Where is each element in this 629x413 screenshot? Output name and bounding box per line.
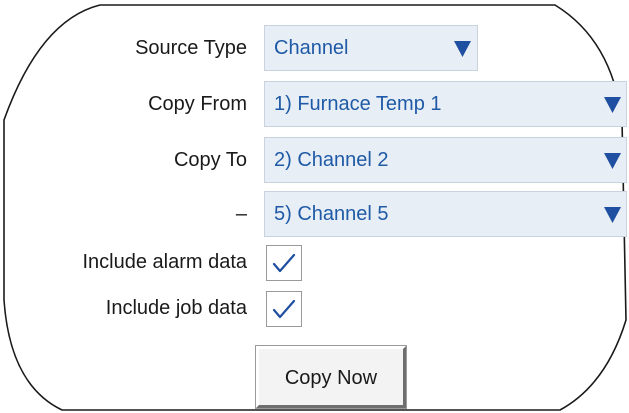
source-type-label: Source Type bbox=[135, 37, 247, 59]
checkmark-icon bbox=[272, 299, 296, 319]
dropdown-arrow-icon bbox=[454, 41, 471, 57]
copy-to-end-value: 5) Channel 5 bbox=[274, 203, 389, 225]
include-alarm-data-checkbox[interactable] bbox=[266, 245, 302, 281]
checkmark-icon bbox=[272, 253, 296, 273]
copy-to-value: 2) Channel 2 bbox=[274, 149, 389, 171]
dropdown-arrow-icon bbox=[604, 153, 621, 169]
copy-from-dropdown[interactable]: 1) Furnace Temp 1 bbox=[264, 81, 627, 127]
source-type-dropdown[interactable]: Channel bbox=[264, 25, 478, 71]
include-alarm-data-label: Include alarm data bbox=[82, 251, 247, 273]
include-job-data-label: Include job data bbox=[105, 297, 247, 319]
copy-from-label: Copy From bbox=[148, 93, 247, 115]
copy-to-end-label: – bbox=[235, 203, 247, 225]
dropdown-arrow-icon bbox=[604, 97, 621, 113]
copy-to-label: Copy To bbox=[173, 149, 247, 171]
copy-to-dropdown[interactable]: 2) Channel 2 bbox=[264, 137, 627, 183]
copy-now-button[interactable]: Copy Now bbox=[255, 345, 407, 409]
copy-from-value: 1) Furnace Temp 1 bbox=[274, 93, 442, 115]
include-job-data-checkbox[interactable] bbox=[266, 291, 302, 327]
source-type-value: Channel bbox=[274, 37, 349, 59]
dropdown-arrow-icon bbox=[604, 207, 621, 223]
copy-now-label: Copy Now bbox=[284, 367, 378, 389]
copy-to-end-dropdown[interactable]: 5) Channel 5 bbox=[264, 191, 627, 237]
